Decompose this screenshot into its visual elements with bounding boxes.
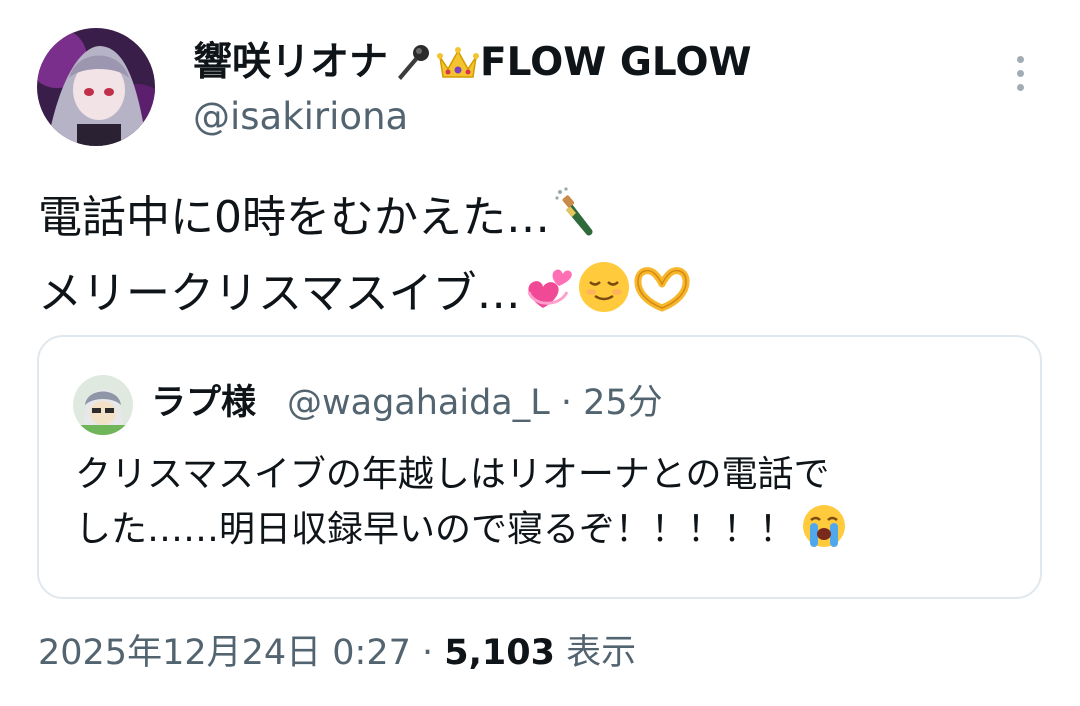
champagne-icon [552,186,600,262]
tweet-line-1: 電話中に0時をむかえた… [38,180,1048,256]
quoted-author-handle-time[interactable]: @wagahaida_L · 25分 [287,381,663,425]
author-name-text: 響咲リオナ [193,40,389,85]
quoted-tweet-text: クリスマスイブの年越しはリオーナとの電話で した……明日収録早いので寝るぞ！！！… [75,447,1025,565]
view-count: 5,103 [444,633,555,673]
author-name-suffix: FLOW GLOW [480,40,752,85]
author-display-name[interactable]: 響咲リオナ FLOW GLOW [193,40,752,94]
quoted-author-name[interactable]: ラプ様 [151,381,256,425]
quoted-line-1: クリスマスイブの年越しはリオーナとの電話で [75,454,830,495]
heart-hands-icon [633,262,691,338]
more-dot-icon [1016,56,1024,63]
loudly-crying-face-icon [801,503,847,565]
tweet-datetime[interactable]: 2025年12月24日 0:27 · [38,633,444,673]
quoted-tweet-card[interactable]: ラプ様 @wagahaida_L · 25分 クリスマスイブの年越しはリオーナと… [37,335,1042,599]
tweet-line-2: メリークリスマスイブ… [38,256,1048,332]
author-avatar[interactable] [37,28,155,146]
quoted-line-2-text: した……明日収録早いので寝るぞ！！！！！ [75,509,796,550]
more-options-button[interactable] [1006,56,1034,96]
tweet-text: 電話中に0時をむかえた… メリークリスマスイブ… [38,180,1048,332]
view-count-label: 表示 [554,633,637,673]
crown-icon [436,43,480,94]
tweet-meta: 2025年12月24日 0:27 · 5,103 表示 [38,628,636,678]
tweet-line-1-text: 電話中に0時をむかえた… [38,192,550,243]
more-dot-icon [1016,70,1024,77]
author-handle[interactable]: @isakiriona [193,95,408,139]
tweet-line-2-text: メリークリスマスイブ… [38,268,521,319]
two-hearts-icon [523,262,575,338]
relieved-face-icon [577,260,631,338]
microphone-icon [392,43,432,94]
more-dot-icon [1016,84,1024,91]
quoted-line-2: した……明日収録早いので寝るぞ！！！！！ [75,502,1025,565]
quoted-author-avatar[interactable] [73,375,133,435]
